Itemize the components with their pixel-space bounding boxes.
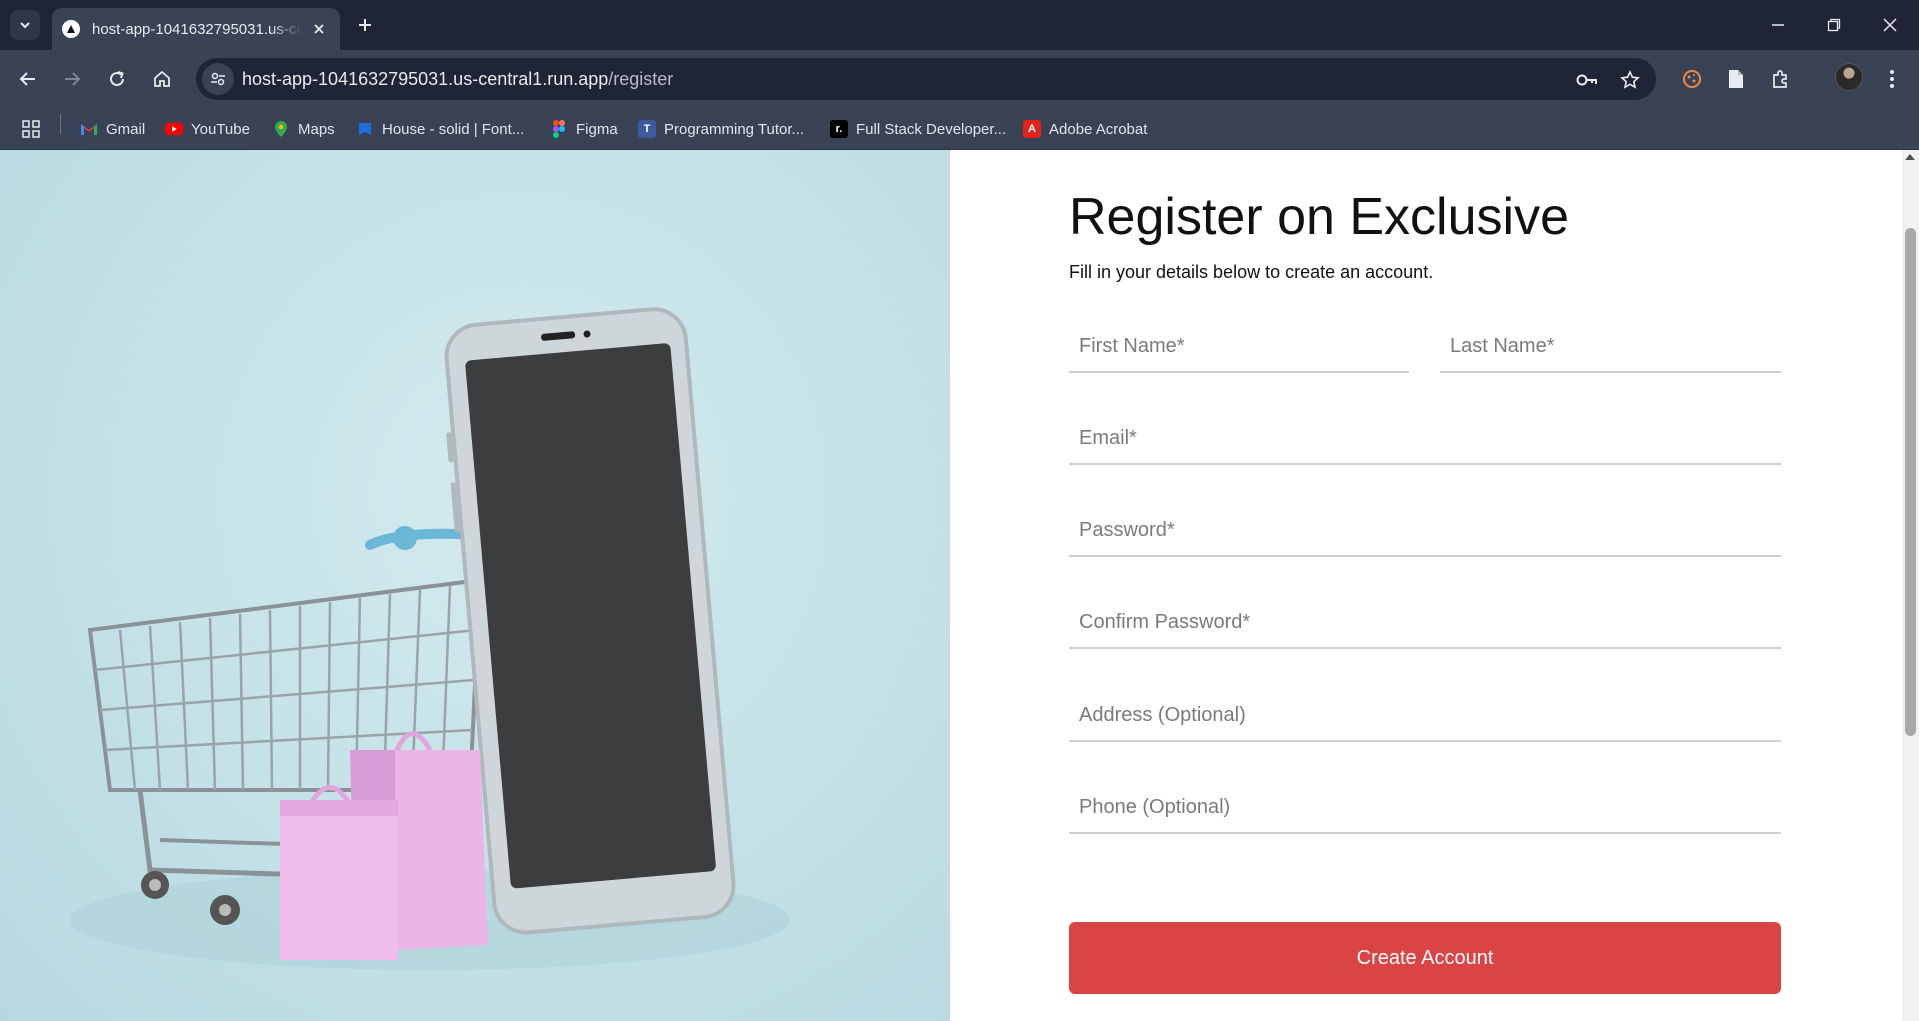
- email-field: [1069, 415, 1781, 465]
- bookmark-label: Gmail: [106, 120, 146, 138]
- create-account-button[interactable]: Create Account: [1069, 922, 1781, 994]
- password-key-icon[interactable]: [1574, 67, 1600, 93]
- first-name-input[interactable]: [1069, 323, 1409, 369]
- minimize-button[interactable]: [1750, 0, 1806, 50]
- programming-icon: T: [638, 120, 656, 138]
- page-scrollbar[interactable]: [1902, 150, 1919, 1021]
- restore-icon: [1827, 18, 1841, 32]
- fullstack-icon: r.: [830, 120, 848, 138]
- document-extension-icon[interactable]: [1720, 63, 1752, 95]
- bookmark-label: Programming Tutor...: [664, 120, 805, 138]
- cookie-extension-icon[interactable]: [1676, 63, 1708, 95]
- hero-image: [0, 150, 950, 1021]
- gmail-icon: [80, 120, 98, 138]
- phone-field: [1069, 784, 1781, 834]
- arrow-right-icon: [65, 72, 81, 86]
- browser-menu-icon[interactable]: [1876, 63, 1908, 95]
- bookmark-label: Full Stack Developer...: [856, 120, 1007, 138]
- page-content: Register on Exclusive Fill in your detai…: [0, 150, 1919, 1021]
- tab-title: host-app-1041632795031.us-central1.run.a…: [92, 20, 302, 38]
- new-tab-button[interactable]: [352, 12, 378, 38]
- apps-grid-icon[interactable]: [22, 118, 40, 140]
- youtube-icon: [165, 120, 183, 138]
- bookmark-acrobat[interactable]: A Adobe Acrobat: [1023, 118, 1147, 140]
- confirm-password-input[interactable]: [1069, 599, 1781, 645]
- last-name-input[interactable]: [1440, 323, 1781, 369]
- bookmark-label: Adobe Acrobat: [1049, 120, 1148, 138]
- password-field: [1069, 507, 1781, 557]
- password-input[interactable]: [1069, 507, 1781, 553]
- email-input[interactable]: [1069, 415, 1781, 461]
- scrollbar-thumb[interactable]: [1905, 228, 1916, 736]
- bookmark-fullstack[interactable]: r. Full Stack Developer...: [830, 118, 1006, 140]
- home-button[interactable]: [146, 63, 178, 95]
- plus-icon: [359, 19, 371, 31]
- bookmark-gmail[interactable]: Gmail: [80, 118, 145, 140]
- figma-icon: [550, 120, 568, 138]
- fontawesome-icon: [356, 120, 374, 138]
- close-icon: [1883, 18, 1897, 32]
- bookmark-youtube[interactable]: YouTube: [165, 118, 250, 140]
- home-icon: [154, 70, 170, 87]
- bookmark-label: House - solid | Font...: [382, 120, 525, 138]
- page-subtitle: Fill in your details below to create an …: [1069, 262, 1434, 282]
- bookmark-figma[interactable]: Figma: [550, 118, 618, 140]
- tab-strip: host-app-1041632795031.us-central1.run.a…: [0, 0, 1919, 50]
- url-host: host-app-1041632795031.us-central1.run.a…: [242, 69, 609, 89]
- back-button[interactable]: [12, 63, 44, 95]
- last-name-field: [1440, 323, 1781, 373]
- bookmark-star-icon[interactable]: [1617, 67, 1643, 93]
- bookmark-maps[interactable]: Maps: [272, 118, 335, 140]
- forward-button[interactable]: [56, 63, 88, 95]
- address-input[interactable]: [1069, 692, 1781, 738]
- reload-button[interactable]: [101, 63, 133, 95]
- restore-button[interactable]: [1806, 0, 1862, 50]
- chevron-down-icon: [20, 22, 30, 29]
- address-field: [1069, 692, 1781, 742]
- tune-icon: [211, 72, 225, 86]
- first-name-field: [1069, 323, 1409, 373]
- phone-input[interactable]: [1069, 784, 1781, 830]
- profile-avatar[interactable]: [1835, 63, 1863, 91]
- extensions-puzzle-icon[interactable]: [1765, 63, 1797, 95]
- browser-toolbar: host-app-1041632795031.us-central1.run.a…: [0, 50, 1919, 108]
- bookmark-fontawesome[interactable]: House - solid | Font...: [356, 118, 524, 140]
- minimize-icon: [1772, 24, 1784, 26]
- bookmark-label: Figma: [576, 120, 618, 138]
- bookmark-label: YouTube: [191, 120, 250, 138]
- close-window-button[interactable]: [1862, 0, 1918, 50]
- confirm-password-field: [1069, 599, 1781, 649]
- tab-search-button[interactable]: [10, 10, 40, 40]
- bookmark-label: Maps: [298, 120, 335, 138]
- address-bar[interactable]: host-app-1041632795031.us-central1.run.a…: [196, 58, 1656, 100]
- active-tab[interactable]: host-app-1041632795031.us-central1.run.a…: [52, 8, 340, 50]
- site-info-button[interactable]: [202, 63, 234, 95]
- url-text[interactable]: host-app-1041632795031.us-central1.run.a…: [242, 69, 673, 90]
- tab-favicon-icon: [62, 20, 80, 38]
- bookmark-programming[interactable]: T Programming Tutor...: [638, 118, 804, 140]
- reload-icon: [110, 71, 124, 86]
- url-path: /register: [608, 69, 674, 89]
- acrobat-icon: A: [1023, 120, 1041, 138]
- tab-close-icon[interactable]: [308, 18, 330, 40]
- maps-icon: [272, 120, 290, 138]
- bookmarks-separator: [60, 114, 61, 134]
- page-title: Register on Exclusive: [1069, 188, 1569, 246]
- arrow-left-icon: [19, 72, 35, 86]
- phone-and-cart-illustration: [70, 307, 790, 970]
- scroll-up-arrow-icon[interactable]: [1905, 154, 1915, 160]
